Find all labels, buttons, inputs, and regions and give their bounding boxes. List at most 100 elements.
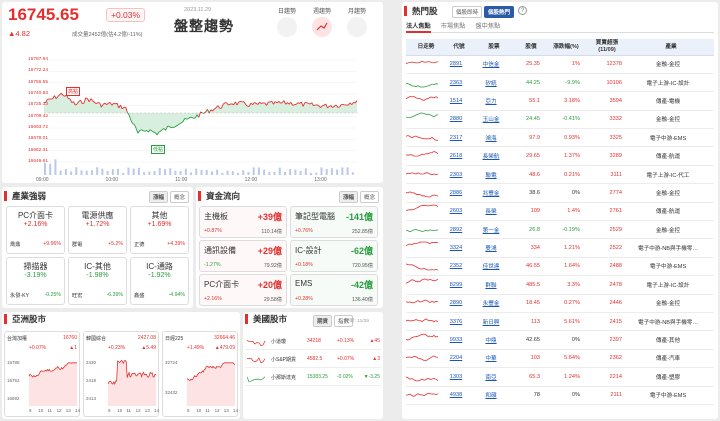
capital-card[interactable]: IC-設計 -62億 +0.18% 720.95億 <box>290 240 378 272</box>
table-row[interactable]: 2363 矽統 44.25 -9.9% 10106 電子上游-IC-設計 <box>405 73 714 93</box>
view-week[interactable]: 週趨勢 <box>307 6 337 37</box>
capital-tab-concept[interactable]: 概念 <box>359 191 379 203</box>
industry-card[interactable]: IC-通路 -1.92% 鑫盛 -4.94% <box>130 257 189 305</box>
stock-name[interactable]: 長榮航 <box>472 146 516 166</box>
table-row[interactable]: 9933 中鼎 42.65 0% 2397 傳產-其他 <box>405 330 714 350</box>
stock-code[interactable]: 2618 <box>446 146 472 166</box>
industry-card[interactable]: 電源供應 +1.72% 群電 +5.2% <box>68 206 127 254</box>
stock-name[interactable]: 佳世達 <box>472 257 516 277</box>
stock-name[interactable]: 鴻海 <box>472 128 516 148</box>
stock-code[interactable]: 2880 <box>446 110 472 130</box>
table-row[interactable]: 2886 兆豐金 38.6 0% 2774 金融-金控 <box>405 183 714 203</box>
table-row[interactable]: 2891 中信金 25.35 1% 12378 金融-金控 <box>405 55 714 74</box>
stock-name[interactable]: 群聯 <box>472 275 516 295</box>
stock-price: 103 <box>516 349 546 369</box>
industry-card[interactable]: PC介面卡 +2.16% 喬鼎 +9.96% <box>6 206 65 254</box>
stock-name[interactable]: 兆豐金 <box>472 183 516 203</box>
view-month[interactable]: 月趨勢 <box>342 6 372 37</box>
capital-card[interactable]: 通訊設備 +29億 -1.27% 79.92億 <box>199 240 287 272</box>
asia-chart-card[interactable]: 韓國綜合 2427.08 +0.23% ▲5.49 2430 2418 2413 9 10 11 1… <box>83 331 159 417</box>
hot-tab-realtime[interactable]: 個股即時 <box>452 6 483 18</box>
stock-code[interactable]: 2303 <box>446 165 472 185</box>
asia-title: 亞洲股市 <box>4 314 46 324</box>
net-buy: 2446 <box>586 294 628 313</box>
table-row[interactable]: 2603 長榮 109 1.4% 2761 傳產-航運 <box>405 202 714 222</box>
view-day[interactable]: 日趨勢 <box>272 6 302 37</box>
table-row[interactable]: 4938 和碩 78 0% 2111 電子中游-EMS <box>405 386 714 405</box>
table-row[interactable]: 3324 雙鴻 334 1.21% 2522 電子中游-NB與手機零… <box>405 238 714 258</box>
stock-name[interactable]: 中華 <box>472 349 516 369</box>
stock-code[interactable]: 1303 <box>446 367 472 387</box>
us-row[interactable]: 小那斯達克 15383.25 -0.02% ▼-3.25 <box>245 370 381 386</box>
stock-name[interactable]: 玉山金 <box>472 110 516 130</box>
table-row[interactable]: 2303 聯電 48.6 0.21% 3111 電子上游-IC-代工 <box>405 165 714 185</box>
subtab-intraday[interactable]: 盤中焦點 <box>476 21 501 32</box>
us-pct: -0.02% <box>337 374 353 380</box>
stock-name[interactable]: 南亞 <box>472 367 516 387</box>
capital-card[interactable]: 主機板 +39億 +0.87% 110.14億 <box>199 206 287 238</box>
capital-card[interactable]: PC介面卡 +20億 +2.16% 29.58億 <box>199 274 287 306</box>
stock-code[interactable]: 8299 <box>446 275 472 295</box>
stock-code[interactable]: 9933 <box>446 330 472 350</box>
industry-card[interactable]: 掃描器 -3.19% 永發-KY -0.25% <box>6 257 65 305</box>
capital-card[interactable]: EMS -42億 +0.28% 136.40億 <box>290 274 378 306</box>
subtab-institutional[interactable]: 法人焦點 <box>406 21 431 33</box>
table-row[interactable]: 2618 長榮航 29.65 1.37% 3289 傳產-航運 <box>405 146 714 166</box>
stock-industry: 傳產-其他 <box>628 330 714 350</box>
help-icon[interactable]: ? <box>518 6 527 15</box>
table-row[interactable]: 2892 第一金 26.8 -0.19% 2529 金融-金控 <box>405 220 714 240</box>
stock-code[interactable]: 1514 <box>446 91 472 111</box>
us-value: 34218 <box>307 338 321 344</box>
industry-tab-concept[interactable]: 概念 <box>169 191 189 203</box>
stock-name[interactable]: 亞力 <box>472 91 516 111</box>
table-row[interactable]: 1303 南亞 65.3 1.24% 2214 傳產-塑膠 <box>405 367 714 387</box>
column-header: 股價 <box>516 39 546 56</box>
capital-tab-gain[interactable]: 漲幅 <box>338 191 358 203</box>
table-row[interactable]: 2317 鴻海 97.9 0.93% 3325 電子中游-EMS <box>405 128 714 148</box>
stock-code[interactable]: 2886 <box>446 183 472 203</box>
stock-code[interactable]: 2892 <box>446 220 472 240</box>
industry-tab-gain[interactable]: 漲幅 <box>148 191 168 203</box>
us-row[interactable]: 小道瓊 34218 +0.13% ▲45 <box>245 334 381 350</box>
table-row[interactable]: 3376 新日興 113 5.61% 2415 電子中游-NB與手機零… <box>405 312 714 332</box>
table-row[interactable]: 8299 群聯 485.5 3.3% 2478 電子上游-IC-設計 <box>405 275 714 295</box>
stock-code[interactable]: 2317 <box>446 128 472 148</box>
subtab-market[interactable]: 市場焦點 <box>441 21 466 32</box>
industry-lead-pct: +4.39% <box>167 241 185 247</box>
stock-code[interactable]: 2204 <box>446 349 472 369</box>
stock-name[interactable]: 聯電 <box>472 165 516 185</box>
stock-name[interactable]: 中鼎 <box>472 330 516 350</box>
sparkline-cell <box>405 294 446 313</box>
table-row[interactable]: 2890 永豐金 18.45 0.27% 2446 金融-金控 <box>405 294 714 313</box>
table-row[interactable]: 2204 中華 103 5.64% 2362 傳產-汽車 <box>405 349 714 369</box>
capital-card[interactable]: 筆記型電腦 -141億 +0.76% 252.85億 <box>290 206 378 238</box>
stock-code[interactable]: 3324 <box>446 238 472 258</box>
industry-card[interactable]: 其他 +1.69% 正德 +4.39% <box>130 206 189 254</box>
stock-name[interactable]: 長榮 <box>472 202 516 222</box>
asia-chart-card[interactable]: 台灣加權 16760 +0.07% ▲1 16788 16752 16692 9 10 11 12 1… <box>4 331 80 417</box>
us-tab-futures[interactable]: 期貨 <box>313 315 333 327</box>
table-row[interactable]: 2352 佳世達 46.55 1.64% 2488 電子中游-EMS <box>405 257 714 277</box>
stock-industry: 電子上游-IC-代工 <box>628 165 714 185</box>
stock-code[interactable]: 2603 <box>446 202 472 222</box>
stock-name[interactable]: 矽統 <box>472 73 516 93</box>
table-row[interactable]: 2880 玉山金 24.45 -0.41% 3332 金融-金控 <box>405 110 714 130</box>
stock-code[interactable]: 2363 <box>446 73 472 93</box>
stock-name[interactable]: 第一金 <box>472 220 516 240</box>
stock-code[interactable]: 3376 <box>446 312 472 332</box>
stock-name[interactable]: 中信金 <box>472 55 516 74</box>
stock-code[interactable]: 2352 <box>446 257 472 277</box>
stock-name[interactable]: 新日興 <box>472 312 516 332</box>
us-row[interactable]: 小S&P期貨 4582.5 +0.07% ▲3 <box>245 352 381 368</box>
capital-value: 79.92億 <box>263 263 282 269</box>
industry-card[interactable]: IC-其他 -1.98% 旺宏 -6.39% <box>68 257 127 305</box>
hot-tab-popular[interactable]: 個股熱門 <box>484 6 515 18</box>
stock-code[interactable]: 2890 <box>446 294 472 313</box>
stock-name[interactable]: 雙鴻 <box>472 238 516 258</box>
asia-chart-card[interactable]: 日經225 32664.46 +1.49% ▲479.09 32724 32432 9 10 1… <box>162 331 238 417</box>
stock-name[interactable]: 永豐金 <box>472 294 516 313</box>
stock-code[interactable]: 4938 <box>446 386 472 405</box>
stock-name[interactable]: 和碩 <box>472 386 516 405</box>
table-row[interactable]: 1514 亞力 55.1 3.18% 3594 傳產-電機 <box>405 91 714 111</box>
stock-code[interactable]: 2891 <box>446 55 472 74</box>
